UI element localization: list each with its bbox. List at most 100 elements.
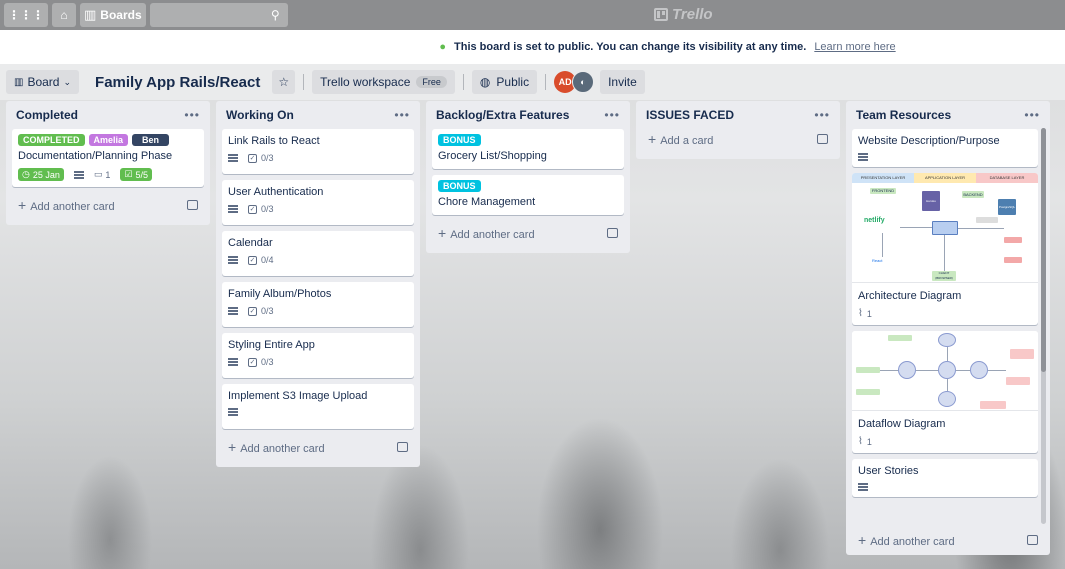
- diagram-node: [1010, 349, 1034, 359]
- diagram-connector: [900, 227, 932, 228]
- member-avatar[interactable]: ◐: [572, 71, 595, 93]
- card[interactable]: BONUS Chore Management: [432, 175, 624, 215]
- label-bonus[interactable]: BONUS: [438, 180, 481, 192]
- diagram-connector: [956, 370, 970, 371]
- attachment-count: 1: [866, 436, 872, 447]
- diagram-node: [976, 217, 998, 223]
- home-icon: ⌂: [60, 8, 68, 22]
- diagram-node: FRONTEND: [870, 188, 896, 194]
- card-template-icon[interactable]: [1027, 535, 1038, 545]
- diagram-connector: [947, 347, 948, 361]
- list-menu-icon[interactable]: •••: [1024, 108, 1040, 122]
- card-title: Styling Entire App: [228, 339, 315, 351]
- comments-badge: ▭ 1: [94, 169, 111, 180]
- add-card-label: Add another card: [870, 536, 955, 548]
- workspace-label: Trello workspace: [320, 75, 411, 89]
- card[interactable]: User Authentication ✓ 0/3: [222, 180, 414, 225]
- diagram-node: netlify: [864, 217, 885, 224]
- add-card-label: Add another card: [450, 229, 535, 241]
- checklist-count: 5/5: [135, 169, 149, 180]
- list-scrollbar-thumb[interactable]: [1041, 128, 1046, 372]
- checklist-icon: ✓: [248, 204, 257, 214]
- diagram-node: [932, 221, 958, 235]
- card-template-icon[interactable]: [817, 134, 828, 144]
- list-menu-icon[interactable]: •••: [184, 108, 200, 122]
- add-card-button[interactable]: + Add another card: [222, 435, 414, 459]
- label-amelia[interactable]: Amelia: [88, 134, 129, 146]
- boards-button[interactable]: ▥ Boards: [80, 3, 146, 27]
- plus-icon: +: [858, 532, 867, 548]
- list-menu-icon[interactable]: •••: [814, 108, 830, 122]
- card[interactable]: Dataflow Diagram ⌇ 1: [852, 331, 1038, 453]
- plus-icon: +: [438, 225, 447, 241]
- plan-badge: Free: [416, 76, 447, 88]
- list-title[interactable]: ISSUES FACED: [646, 108, 734, 122]
- list-title[interactable]: Backlog/Extra Features: [436, 108, 569, 122]
- diagram-connector: [988, 370, 1006, 371]
- diagram-node: [856, 389, 880, 395]
- board-icon: ▥: [84, 7, 97, 22]
- add-card-button[interactable]: + Add another card: [12, 193, 204, 217]
- list-title[interactable]: Completed: [16, 108, 78, 122]
- list-backlog: Backlog/Extra Features ••• BONUS Grocery…: [426, 101, 630, 253]
- boards-label: Boards: [100, 8, 142, 22]
- trello-logo[interactable]: Trello: [654, 6, 713, 23]
- checklist-icon: ☑: [124, 169, 133, 179]
- diagram-node: [1004, 257, 1022, 263]
- plus-icon: +: [18, 197, 27, 213]
- architecture-diagram-cover: PRESENTATION LAYER APPLICATION LAYER DAT…: [852, 173, 1038, 283]
- card[interactable]: COMPLETED Amelia Ben Documentation/Plann…: [12, 129, 204, 187]
- description-badge: [228, 307, 238, 315]
- label-ben[interactable]: Ben: [132, 134, 170, 146]
- card-template-icon[interactable]: [187, 200, 198, 210]
- board-view-label: Board: [27, 75, 60, 89]
- checklist-count: 0/4: [261, 255, 274, 265]
- list-title[interactable]: Team Resources: [856, 108, 951, 122]
- card-title: User Authentication: [228, 186, 324, 198]
- divider: [303, 74, 305, 90]
- home-button[interactable]: ⌂: [52, 3, 76, 27]
- workspace-button[interactable]: Trello workspace Free: [312, 70, 455, 94]
- card[interactable]: Calendar ✓ 0/4: [222, 231, 414, 276]
- card[interactable]: Styling Entire App ✓ 0/3: [222, 333, 414, 378]
- apps-menu-button[interactable]: ⋮⋮⋮: [4, 3, 48, 27]
- add-card-button[interactable]: + Add a card: [642, 129, 834, 151]
- diagram-connector: [916, 370, 938, 371]
- visibility-button[interactable]: ◍ Public: [471, 70, 538, 94]
- diagram-column-label: DATABASE LAYER: [976, 173, 1038, 183]
- card[interactable]: Website Description/Purpose: [852, 129, 1038, 167]
- checklist-icon: ✓: [248, 255, 257, 265]
- board-view-switcher[interactable]: ▥ Board ⌄: [6, 70, 80, 94]
- learn-more-link[interactable]: Learn more here: [814, 41, 895, 53]
- card-title: Family Album/Photos: [228, 288, 332, 300]
- card[interactable]: PRESENTATION LAYER APPLICATION LAYER DAT…: [852, 173, 1038, 325]
- diagram-node: [938, 361, 956, 379]
- attachment-badge: ⌇ 1: [858, 436, 872, 447]
- list-title[interactable]: Working On: [226, 108, 294, 122]
- card[interactable]: Family Album/Photos ✓ 0/3: [222, 282, 414, 327]
- add-card-button[interactable]: + Add another card: [432, 221, 624, 245]
- star-board-button[interactable]: ☆: [272, 70, 296, 94]
- label-completed[interactable]: COMPLETED: [18, 134, 85, 146]
- list-menu-icon[interactable]: •••: [394, 108, 410, 122]
- card[interactable]: Implement S3 Image Upload: [222, 384, 414, 429]
- card[interactable]: Link Rails to React ✓ 0/3: [222, 129, 414, 174]
- due-date-badge[interactable]: ◷ 25 Jan: [18, 168, 64, 181]
- board-view-icon: ▥: [14, 76, 24, 88]
- card[interactable]: BONUS Grocery List/Shopping: [432, 129, 624, 169]
- card-title: Documentation/Planning Phase: [18, 150, 173, 162]
- list-menu-icon[interactable]: •••: [604, 108, 620, 122]
- card[interactable]: User Stories: [852, 459, 1038, 497]
- grid-icon: ⋮⋮⋮: [8, 8, 44, 22]
- search-input[interactable]: ⚲: [149, 3, 288, 27]
- board-title[interactable]: Family App Rails/React: [95, 74, 260, 91]
- checklist-badge: ✓ 0/3: [248, 357, 274, 367]
- invite-button[interactable]: Invite: [600, 70, 645, 94]
- label-bonus[interactable]: BONUS: [438, 134, 481, 146]
- description-icon: [73, 170, 84, 179]
- add-card-button[interactable]: + Add another card: [852, 528, 1044, 552]
- card-title: Chore Management: [438, 196, 536, 208]
- card-template-icon[interactable]: [397, 442, 408, 452]
- card-title: Website Description/Purpose: [858, 135, 1000, 147]
- card-template-icon[interactable]: [607, 228, 618, 238]
